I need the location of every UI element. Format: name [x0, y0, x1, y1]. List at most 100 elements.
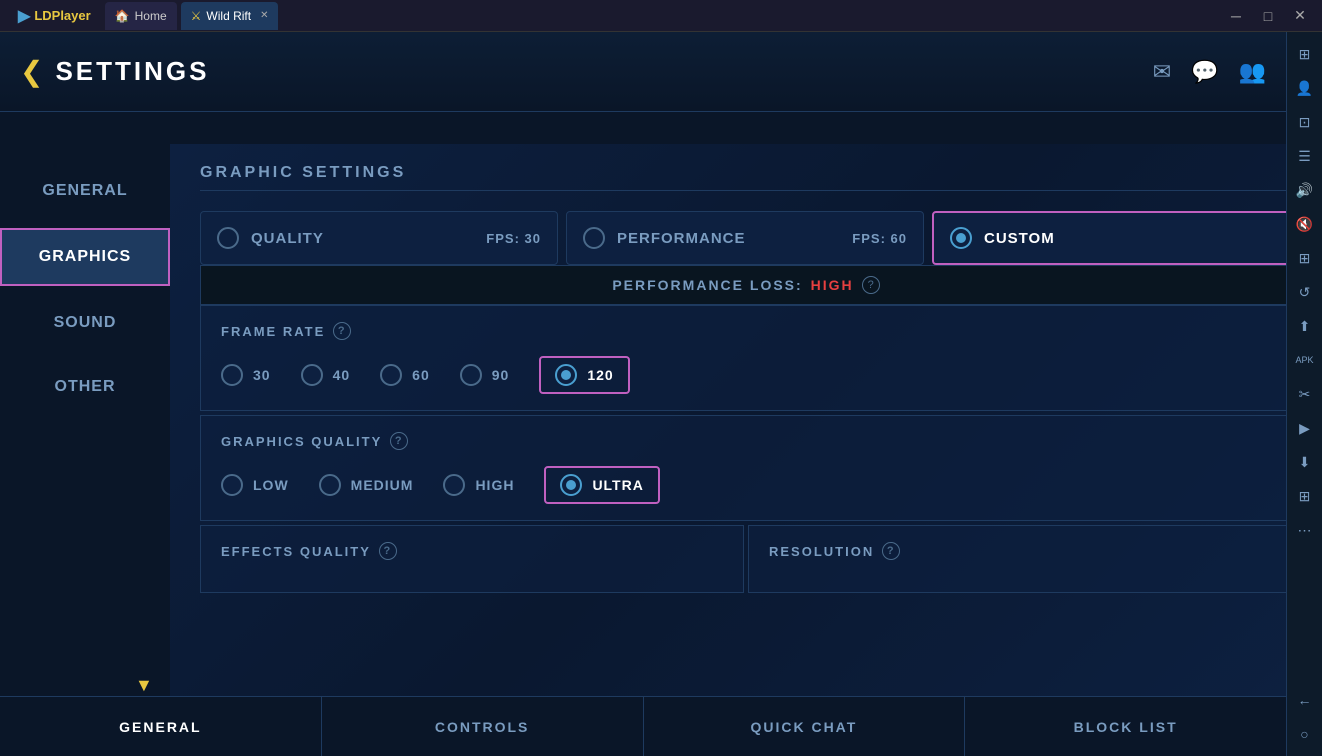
- bottom-nav-quick-chat-label: QUICK CHAT: [750, 719, 857, 735]
- frame-rate-title: FRAME RATE ?: [221, 322, 1271, 340]
- quality-ultra-option[interactable]: ULTRA: [544, 466, 659, 504]
- fps-60-radio: [380, 364, 402, 386]
- close-button[interactable]: ✕: [1286, 5, 1314, 27]
- settings-panel: GRAPHIC SETTINGS QUALITY FPS: 30 PERFORM…: [170, 144, 1322, 696]
- frame-rate-section: FRAME RATE ? 30 40 60 90: [200, 305, 1292, 411]
- effects-quality-title: EFFECTS QUALITY ?: [221, 542, 723, 560]
- sidebar-volume-icon[interactable]: 🔊: [1291, 176, 1319, 204]
- titlebar: ▶ LDPlayer 🏠 Home ⚔ Wild Rift ✕ ─ □ ✕: [0, 0, 1322, 32]
- quality-low-option[interactable]: LOW: [221, 474, 289, 496]
- fps-40-label: 40: [333, 367, 351, 383]
- sidebar-upload-icon[interactable]: ⬆: [1291, 312, 1319, 340]
- arrow-decoration: ▼: [135, 675, 153, 696]
- bottom-nav-controls[interactable]: CONTROLS: [322, 697, 644, 756]
- sidebar-home-icon[interactable]: ○: [1291, 720, 1319, 748]
- fps-120-option[interactable]: 120: [539, 356, 629, 394]
- preset-row: QUALITY FPS: 30 PERFORMANCE FPS: 60 CUST…: [200, 211, 1292, 265]
- app-title-text: LDPlayer: [34, 8, 90, 23]
- tab-close-button[interactable]: ✕: [260, 10, 268, 21]
- performance-loss-value: HIGH: [811, 277, 854, 293]
- custom-radio: [950, 227, 972, 249]
- titlebar-left: ▶ LDPlayer 🏠 Home ⚔ Wild Rift ✕: [8, 2, 1222, 30]
- custom-preset-button[interactable]: CUSTOM: [932, 211, 1292, 265]
- fps-60-label: 60: [412, 367, 430, 383]
- back-button[interactable]: ❮: [20, 55, 43, 88]
- sidebar-apk-icon[interactable]: APK: [1291, 346, 1319, 374]
- sidebar-refresh-icon[interactable]: ↺: [1291, 278, 1319, 306]
- fps-90-option[interactable]: 90: [460, 364, 510, 386]
- resolution-help-icon[interactable]: ?: [882, 542, 900, 560]
- custom-label: CUSTOM: [984, 230, 1055, 247]
- performance-loss-label: PERFORMANCE LOSS:: [612, 277, 802, 293]
- chat-icon[interactable]: 💬: [1191, 59, 1218, 85]
- quality-ultra-label: ULTRA: [592, 477, 643, 493]
- quality-radio: [217, 227, 239, 249]
- bottom-nav-general-label: GENERAL: [119, 719, 201, 735]
- message-icon[interactable]: ✉: [1153, 59, 1171, 85]
- sidebar-menu-icon[interactable]: ☰: [1291, 142, 1319, 170]
- performance-label: PERFORMANCE: [617, 230, 746, 247]
- nav-general[interactable]: GENERAL: [0, 164, 170, 218]
- quality-preset-button[interactable]: QUALITY FPS: 30: [200, 211, 558, 265]
- sidebar-resize-icon[interactable]: ⊞: [1291, 244, 1319, 272]
- tab-home[interactable]: 🏠 Home: [105, 2, 177, 30]
- quality-high-option[interactable]: HIGH: [443, 474, 514, 496]
- quality-medium-label: MEDIUM: [351, 477, 414, 493]
- fps-40-radio: [301, 364, 323, 386]
- sidebar-grid-icon[interactable]: ⊞: [1291, 482, 1319, 510]
- frame-rate-options: 30 40 60 90 120: [221, 356, 1271, 394]
- sidebar-expand-icon[interactable]: ⊡: [1291, 108, 1319, 136]
- performance-fps: FPS: 60: [852, 231, 907, 246]
- sidebar-mute-icon[interactable]: 🔇: [1291, 210, 1319, 238]
- bottom-nav-block-list-label: BLOCK LIST: [1074, 719, 1178, 735]
- quality-label: QUALITY: [251, 230, 324, 247]
- performance-radio: [583, 227, 605, 249]
- section-title: GRAPHIC SETTINGS: [200, 164, 1292, 191]
- resolution-section: RESOLUTION ?: [748, 525, 1292, 593]
- graphics-quality-section: GRAPHICS QUALITY ? LOW MEDIUM HIGH: [200, 415, 1292, 521]
- bottom-row: EFFECTS QUALITY ? RESOLUTION ?: [200, 525, 1292, 597]
- sidebar-account-icon[interactable]: 👤: [1291, 74, 1319, 102]
- fps-40-option[interactable]: 40: [301, 364, 351, 386]
- sidebar-gamepad-icon[interactable]: ⊞: [1291, 40, 1319, 68]
- quality-fps: FPS: 30: [486, 231, 541, 246]
- header-icons: ✉ 💬 👥: [1153, 59, 1266, 85]
- tab-wildrift[interactable]: ⚔ Wild Rift ✕: [181, 2, 279, 30]
- performance-preset-button[interactable]: PERFORMANCE FPS: 60: [566, 211, 924, 265]
- sidebar-cut-icon[interactable]: ✂: [1291, 380, 1319, 408]
- graphics-quality-title: GRAPHICS QUALITY ?: [221, 432, 1271, 450]
- nav-other[interactable]: OTHER: [0, 360, 170, 414]
- frame-rate-help-icon[interactable]: ?: [333, 322, 351, 340]
- social-icon[interactable]: 👥: [1239, 59, 1266, 85]
- graphics-quality-help-icon[interactable]: ?: [390, 432, 408, 450]
- wildrift-icon: ⚔: [191, 9, 202, 23]
- fps-90-radio: [460, 364, 482, 386]
- quality-high-label: HIGH: [475, 477, 514, 493]
- effects-quality-help-icon[interactable]: ?: [379, 542, 397, 560]
- performance-loss-help-icon[interactable]: ?: [862, 276, 880, 294]
- minimize-button[interactable]: ─: [1222, 5, 1250, 27]
- bottom-nav-general[interactable]: GENERAL: [0, 697, 322, 756]
- nav-sound[interactable]: SOUND: [0, 296, 170, 350]
- quality-low-radio: [221, 474, 243, 496]
- bottom-nav-quick-chat[interactable]: QUICK CHAT: [644, 697, 966, 756]
- sidebar-play-icon[interactable]: ▶: [1291, 414, 1319, 442]
- quality-medium-option[interactable]: MEDIUM: [319, 474, 414, 496]
- page-title: SETTINGS: [55, 56, 209, 87]
- graphics-quality-options: LOW MEDIUM HIGH ULTRA: [221, 466, 1271, 504]
- effects-quality-section: EFFECTS QUALITY ?: [200, 525, 744, 593]
- nav-graphics[interactable]: GRAPHICS: [0, 228, 170, 286]
- app-logo: ▶: [18, 6, 30, 26]
- maximize-button[interactable]: □: [1254, 5, 1282, 27]
- sidebar-back-icon[interactable]: ←: [1291, 686, 1319, 714]
- sidebar-download-icon[interactable]: ⬇: [1291, 448, 1319, 476]
- bottom-nav-block-list[interactable]: BLOCK LIST: [965, 697, 1286, 756]
- fps-120-radio: [555, 364, 577, 386]
- quality-low-label: LOW: [253, 477, 289, 493]
- fps-60-option[interactable]: 60: [380, 364, 430, 386]
- quality-ultra-radio: [560, 474, 582, 496]
- bottom-nav-controls-label: CONTROLS: [435, 719, 530, 735]
- sidebar-more-icon[interactable]: ⋯: [1291, 516, 1319, 544]
- fps-90-label: 90: [492, 367, 510, 383]
- fps-30-option[interactable]: 30: [221, 364, 271, 386]
